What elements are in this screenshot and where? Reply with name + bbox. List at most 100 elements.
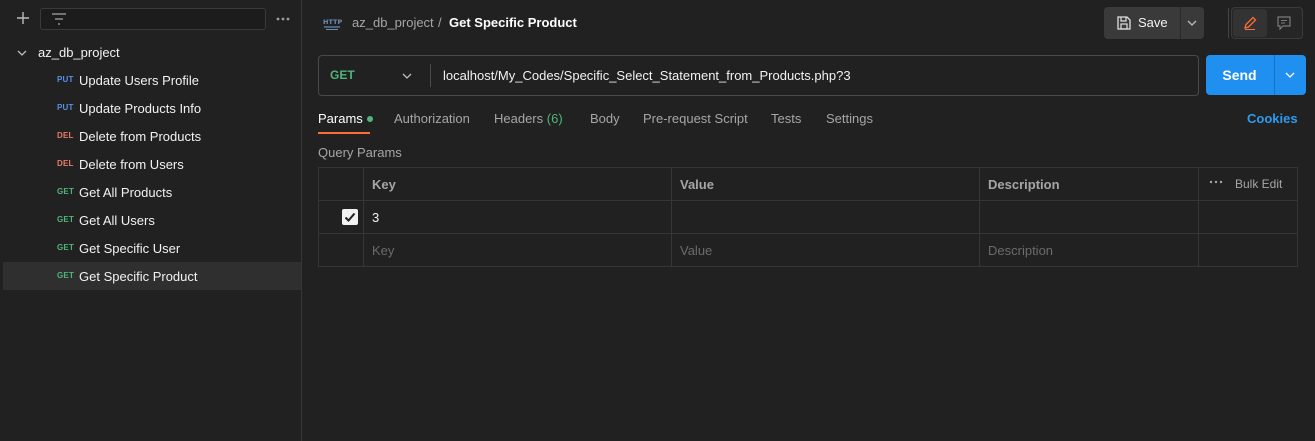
sidebar-item-label: Get Specific User (79, 241, 181, 256)
tab-prerequest-script[interactable]: Pre-request Script (643, 111, 748, 126)
sidebar-item-get-specific-user[interactable]: GET Get Specific User (3, 234, 301, 262)
save-divider (1180, 7, 1181, 39)
save-button[interactable]: Save (1104, 7, 1204, 39)
chevron-down-icon (402, 73, 412, 79)
sidebar-item-delete-from-products[interactable]: DEL Delete from Products (3, 122, 301, 150)
bulk-edit-label: Bulk Edit (1235, 177, 1283, 191)
chevron-down-icon[interactable] (1284, 69, 1296, 81)
header-checkbox-cell (319, 168, 364, 200)
tab-tests[interactable]: Tests (771, 111, 801, 126)
page-title[interactable]: Get Specific Product (449, 15, 577, 30)
breadcrumb-parent[interactable]: az_db_project (352, 15, 434, 30)
method-value: GET (330, 68, 355, 82)
new-value-input[interactable]: Value (672, 234, 980, 266)
svg-text:HTTP: HTTP (323, 18, 342, 26)
plus-icon[interactable] (14, 9, 32, 27)
sidebar-item-label: Get All Products (79, 185, 173, 200)
send-label: Send (1222, 67, 1257, 83)
more-options-icon[interactable] (1209, 180, 1223, 184)
sidebar-item-label: Update Users Profile (79, 73, 199, 88)
new-key-input[interactable]: Key (364, 234, 672, 266)
breadcrumb-separator: / (438, 15, 442, 30)
chevron-down-icon[interactable] (16, 47, 28, 59)
sidebar-item-get-all-users[interactable]: GET Get All Users (3, 206, 301, 234)
checkmark-icon (344, 212, 356, 222)
collection-name: az_db_project (38, 45, 120, 60)
method-badge: GET (57, 215, 75, 224)
request-tabs: Params Authorization Headers (6) Body Pr… (318, 108, 1308, 136)
send-divider (1274, 55, 1275, 95)
http-icon: HTTP (323, 18, 342, 30)
row-checkbox-cell (319, 234, 364, 266)
headers-count: (6) (546, 111, 563, 126)
row-actions-cell (1199, 201, 1297, 233)
save-label: Save (1138, 15, 1168, 30)
tab-authorization[interactable]: Authorization (394, 111, 470, 126)
method-badge: GET (57, 243, 75, 252)
save-icon (1117, 16, 1131, 30)
sidebar-item-label: Get All Users (79, 213, 155, 228)
sidebar-item-update-users-profile[interactable]: PUT Update Users Profile (3, 66, 301, 94)
table-row-empty: Key Value Description (319, 234, 1297, 267)
sidebar-item-label: Get Specific Product (79, 269, 198, 284)
request-editor: HTTP az_db_project / Get Specific Produc… (302, 0, 1315, 441)
send-button[interactable]: Send (1206, 55, 1306, 95)
more-options-icon[interactable] (274, 10, 292, 28)
sidebar: az_db_project PUT Update Users Profile P… (0, 0, 302, 441)
tab-params[interactable]: Params (318, 111, 373, 126)
param-description-cell[interactable] (980, 201, 1199, 233)
edit-mode-button[interactable] (1233, 9, 1267, 37)
param-checkbox[interactable] (342, 209, 358, 225)
collection-az-db-project[interactable]: az_db_project (0, 40, 301, 66)
header-description: Description (980, 168, 1199, 200)
params-table: Key Value Description Bulk Edit 3 Key Va… (318, 167, 1298, 267)
column-header: Description (988, 177, 1060, 192)
method-select[interactable]: GET (319, 56, 430, 95)
comment-icon[interactable] (1276, 15, 1292, 31)
tab-body[interactable]: Body (590, 111, 620, 126)
sidebar-item-get-specific-product[interactable]: GET Get Specific Product (3, 262, 301, 290)
row-checkbox-cell (319, 201, 364, 233)
toolbar-divider (1228, 8, 1229, 38)
method-badge: GET (57, 187, 75, 196)
sidebar-item-delete-from-users[interactable]: DEL Delete from Users (3, 150, 301, 178)
url-input[interactable]: localhost/My_Codes/Specific_Select_State… (443, 68, 851, 83)
filter-input[interactable] (40, 8, 266, 30)
filter-icon (52, 13, 66, 25)
sidebar-item-label: Delete from Users (79, 157, 184, 172)
param-key: 3 (372, 210, 380, 225)
column-header: Key (372, 177, 396, 192)
method-badge: DEL (57, 159, 74, 168)
param-value-cell[interactable] (672, 201, 980, 233)
tab-headers[interactable]: Headers (6) (494, 111, 563, 126)
active-dot (366, 115, 373, 122)
chevron-down-icon[interactable] (1186, 17, 1198, 29)
row-actions-cell (1199, 234, 1297, 266)
active-tab-indicator (318, 132, 370, 134)
tab-label: Params (318, 111, 363, 126)
mode-toggle (1231, 7, 1303, 39)
method-badge: GET (57, 271, 75, 280)
sidebar-item-label: Delete from Products (79, 129, 202, 144)
table-row: 3 (319, 201, 1297, 234)
method-badge: PUT (57, 103, 74, 112)
tab-label: Headers (494, 111, 544, 126)
description-placeholder: Description (988, 243, 1054, 258)
param-key-cell[interactable]: 3 (364, 201, 672, 233)
column-header: Value (680, 177, 714, 192)
query-params-title: Query Params (318, 145, 402, 160)
method-badge: PUT (57, 75, 74, 84)
bulk-edit-button[interactable]: Bulk Edit (1199, 168, 1297, 200)
header-key: Key (364, 168, 672, 200)
pencil-icon (1244, 16, 1257, 30)
new-description-input[interactable]: Description (980, 234, 1199, 266)
sidebar-item-update-products-info[interactable]: PUT Update Products Info (3, 94, 301, 122)
sidebar-item-label: Update Products Info (79, 101, 202, 116)
method-badge: DEL (57, 131, 74, 140)
sidebar-item-get-all-products[interactable]: GET Get All Products (3, 178, 301, 206)
header-value: Value (672, 168, 980, 200)
cookies-link[interactable]: Cookies (1247, 111, 1298, 126)
value-placeholder: Value (680, 243, 713, 258)
tab-settings[interactable]: Settings (826, 111, 873, 126)
url-bar: GET localhost/My_Codes/Specific_Select_S… (318, 55, 1199, 96)
